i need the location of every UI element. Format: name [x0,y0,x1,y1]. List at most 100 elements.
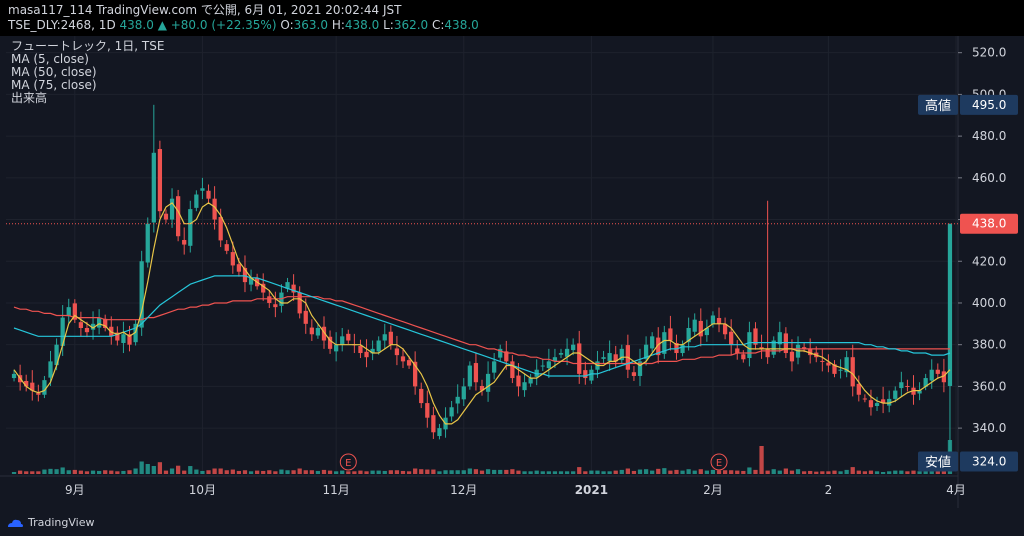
volume-bar [78,470,84,474]
volume-bar [145,464,150,474]
volume-bar [528,471,533,474]
volume-bar [765,470,770,474]
tradingview-logo[interactable]: TradingView [6,516,94,529]
volume-bar [461,470,466,474]
candle-body [765,348,770,358]
candle-body [376,340,381,352]
volume-bar [917,471,922,474]
volume-bar [127,470,132,474]
volume-bar [163,470,169,474]
legend-volume[interactable]: 出来高 [11,92,164,105]
y-tick-label: 460.0 [972,171,1006,185]
volume-bar [795,469,801,474]
candle-body [528,378,533,384]
volume-bar [680,470,685,474]
volume-bar [279,469,284,474]
candle-body [406,360,412,366]
candle-body [151,152,156,223]
volume-bar [662,468,667,474]
y-tick-label: 520.0 [972,46,1006,60]
volume-bar [425,469,430,474]
volume-bar [783,468,788,474]
y-tick-label: 400.0 [972,296,1006,310]
candle-body [680,344,685,354]
symbol-label: TSE_DLY:2468, 1D [8,18,116,32]
volume-bar [583,471,588,474]
candle-body [601,357,606,359]
volume-bar [376,470,381,474]
price-chart[interactable]: 340.0360.0380.0400.0420.0440.0460.0480.0… [0,36,1024,508]
footer-bar [0,508,1024,536]
volume-bar [90,470,96,474]
candle-body [267,296,272,303]
y-tick-label: 340.0 [972,421,1006,435]
volume-bar [109,470,114,474]
candle-body [571,344,576,351]
candle-body [747,332,752,359]
volume-bar [814,471,819,474]
volume-bar [394,470,400,474]
volume-bar [157,462,163,474]
candle-body [218,217,223,241]
y-tick-label: 480.0 [972,129,1006,143]
chart-legend: フューートレック, 1日, TSE MA (5, close) MA (50, … [11,40,164,105]
tradingview-cloud-icon [8,519,23,527]
volume-bar [437,471,442,474]
candle-body [741,354,746,360]
volume-bar [115,471,120,474]
candle-body [729,331,734,345]
candle-body [182,239,187,245]
candle-body [309,327,314,335]
volume-bar [121,470,126,474]
x-tick-label: 9月 [65,483,85,497]
volume-bar [838,471,843,474]
volume-bar [327,470,333,474]
volume-bar [291,470,296,474]
close-value: 438.0 [444,18,479,32]
candle-body [522,382,527,391]
open-value: 363.0 [293,18,328,32]
volume-bar [169,468,175,474]
volume-bar [382,470,387,474]
volume-bar [601,471,606,474]
volume-bar [443,470,448,474]
candle-body [516,375,521,387]
high-label: H: [331,18,345,32]
volume-bar [516,470,521,474]
x-tick-label: 2021 [575,483,608,497]
volume-bar [479,470,485,474]
candle-body [735,348,740,354]
volume-bar [595,470,600,474]
candle-body [340,336,345,345]
volume-bar [546,471,551,474]
volume-bar [753,469,758,474]
volume-bar [413,468,418,474]
candle-body [874,403,880,407]
candle-body [188,209,193,246]
volume-bar [868,470,874,474]
open-label: O: [280,18,294,32]
volume-bar [346,471,351,474]
volume-bar [625,468,630,474]
volume-bar [467,468,472,474]
candle-body [850,357,855,387]
volume-bar [571,471,576,474]
x-tick-label: 4月 [946,483,966,497]
volume-bar [777,470,782,474]
volume-bar [862,471,868,474]
volume-bar [589,470,594,474]
candle-body [431,415,436,433]
volume-bar [692,470,697,474]
volume-bar [321,469,327,474]
candle-body [650,336,655,349]
volume-bar [619,469,624,474]
volume-bar [716,470,722,474]
volume-bar [24,471,29,474]
volume-bar [188,466,193,474]
volume-bar [352,471,357,474]
candle-body [364,351,369,358]
x-tick-label: 2 [825,483,833,497]
low-value: 362.0 [393,18,429,32]
volume-bar [388,470,393,474]
candle-body [358,345,363,354]
